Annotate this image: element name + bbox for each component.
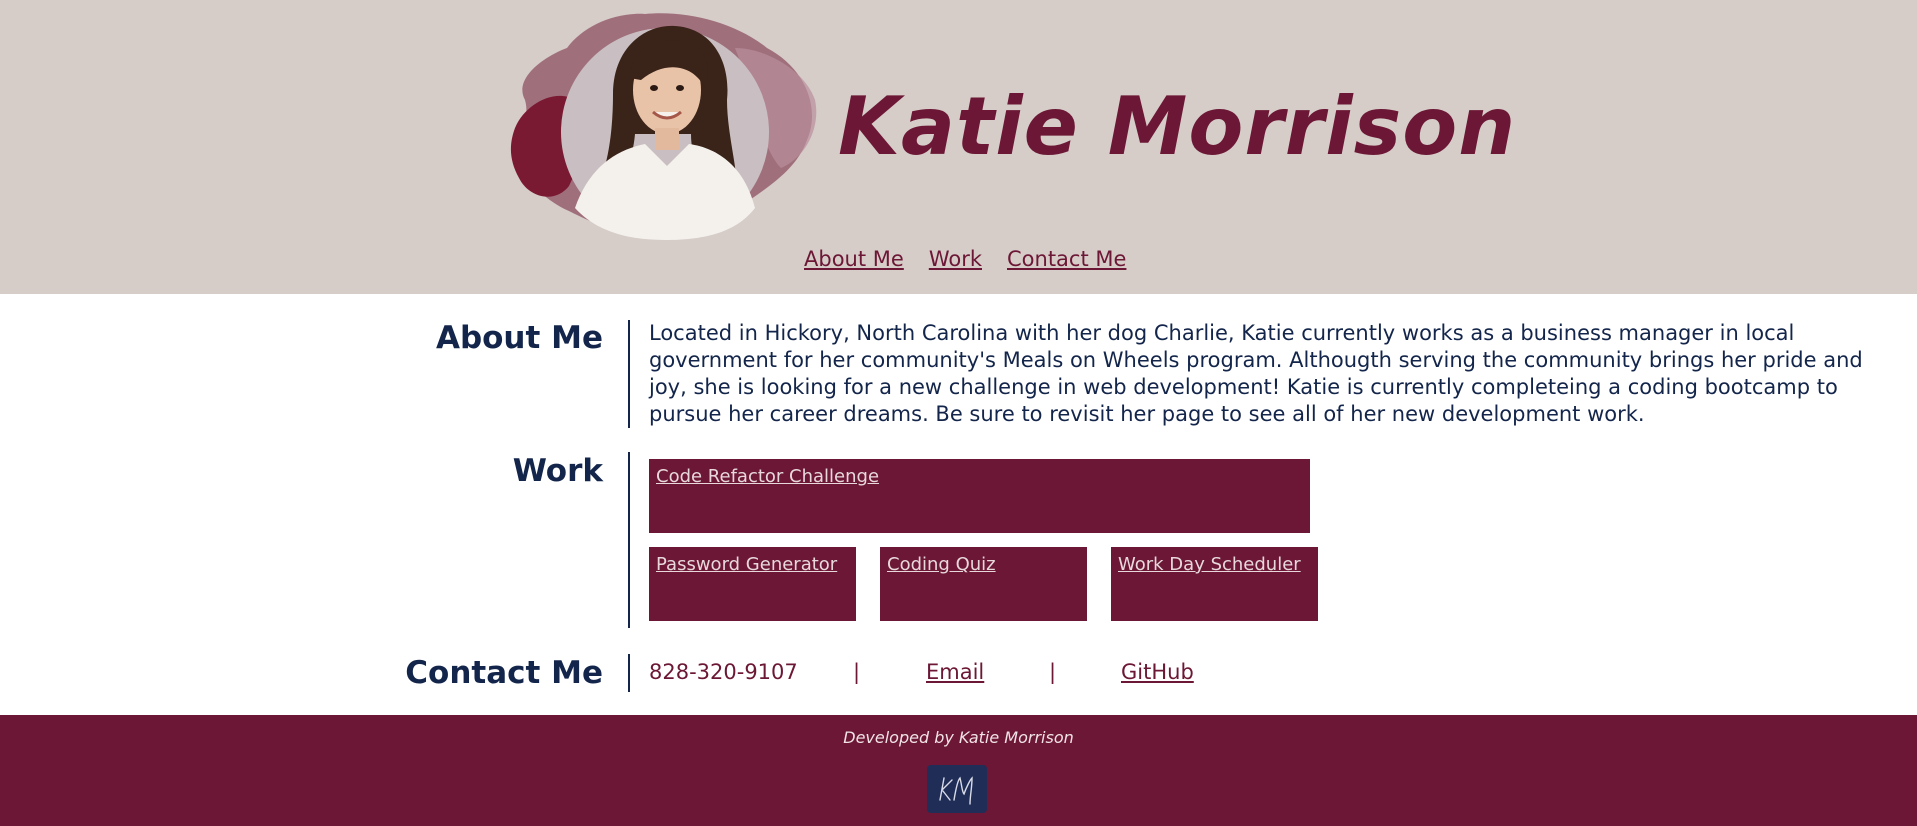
project-card-work-day-scheduler[interactable]: Work Day Scheduler xyxy=(1111,547,1318,621)
nav-link-work[interactable]: Work xyxy=(929,244,982,274)
work-divider xyxy=(628,452,630,628)
github-link[interactable]: GitHub xyxy=(1121,657,1194,687)
project-link-code-refactor[interactable]: Code Refactor Challenge xyxy=(656,466,879,487)
profile-portrait-image xyxy=(510,13,817,240)
main-nav: About Me Work Contact Me xyxy=(804,244,1126,274)
nav-link-contact-me[interactable]: Contact Me xyxy=(1007,244,1126,274)
contact-divider xyxy=(628,654,630,692)
contact-heading: Contact Me xyxy=(405,655,603,691)
project-link-coding-quiz[interactable]: Coding Quiz xyxy=(887,554,996,575)
nav-link-about-me[interactable]: About Me xyxy=(804,244,904,274)
site-footer: Developed by Katie Morrison xyxy=(0,715,1917,826)
contact-separator: | xyxy=(853,660,861,684)
work-heading: Work xyxy=(512,453,603,489)
about-heading: About Me xyxy=(435,320,603,356)
project-link-work-day-scheduler[interactable]: Work Day Scheduler xyxy=(1118,554,1301,575)
contact-phone: 828-320-9107 xyxy=(649,660,798,684)
project-card-password-generator[interactable]: Password Generator xyxy=(649,547,856,621)
site-title: Katie Morrison xyxy=(838,80,1517,173)
site-header: Katie Morrison About Me Work Contact Me xyxy=(0,0,1917,294)
footer-credit: Developed by Katie Morrison xyxy=(843,728,1074,747)
project-link-password-generator[interactable]: Password Generator xyxy=(656,554,837,575)
about-divider xyxy=(628,320,630,428)
project-card-code-refactor[interactable]: Code Refactor Challenge xyxy=(649,459,1310,533)
project-card-coding-quiz[interactable]: Coding Quiz xyxy=(880,547,1087,621)
km-signature-logo xyxy=(927,765,987,813)
email-link[interactable]: Email xyxy=(926,657,984,687)
contact-separator: | xyxy=(1049,660,1057,684)
about-text: Located in Hickory, North Carolina with … xyxy=(649,321,1863,426)
